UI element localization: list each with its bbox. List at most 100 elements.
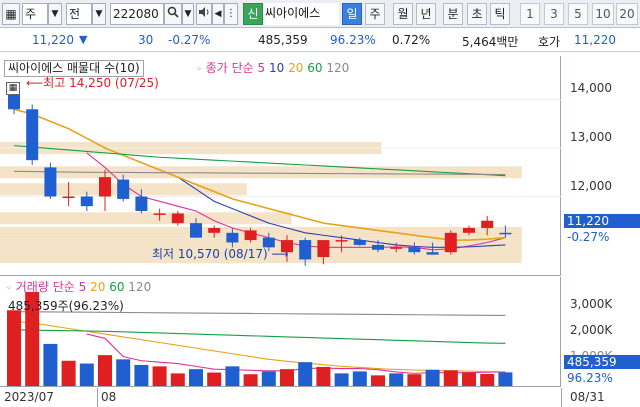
interval-1-button[interactable]: 1: [520, 3, 540, 25]
new-listing-badge: 신: [243, 3, 263, 25]
candle-body: [44, 167, 57, 197]
tab-day[interactable]: 일: [342, 3, 362, 25]
price-tick-14000: 14,000: [570, 81, 612, 95]
candle-body: [190, 223, 202, 238]
range-select[interactable]: 전: [66, 3, 92, 25]
prev-stock-icon[interactable]: ◀: [212, 3, 224, 25]
volume-bar: [98, 355, 112, 386]
turnover-rate: 0.72%: [392, 33, 431, 47]
candle-body: [463, 227, 475, 233]
toolbar: ▦ 주 ▼ 전 ▼ 222080 ▼ ◀ ⋮ 신 씨아이에스 일 주 월 년 분…: [0, 0, 640, 28]
candle-body: [62, 196, 75, 198]
interval-10-button[interactable]: 10: [592, 3, 614, 25]
volume-ma-label: 단순: [52, 280, 75, 294]
more-icon[interactable]: ⋮: [224, 3, 238, 25]
stock-name: 씨아이에스: [263, 3, 339, 25]
volume-value: 485,359: [258, 33, 308, 47]
price-legend-name: 씨아이에스 매물대 수(10): [8, 61, 140, 75]
volume-bar: [207, 372, 222, 386]
tab-year[interactable]: 년: [416, 3, 436, 25]
price-ma-legend[interactable]: ◦ 종가 단순 5 10 20 60 120: [196, 61, 349, 77]
speaker-icon[interactable]: [196, 3, 212, 25]
candle-body: [353, 240, 366, 245]
candle-body: [372, 244, 384, 250]
volume-bar: [189, 369, 203, 386]
volume-bar: [498, 372, 513, 386]
volume-bar: [352, 371, 367, 386]
month-divider: [97, 388, 98, 407]
interval-3-button[interactable]: 3: [544, 3, 564, 25]
settings-dot-icon: ◦: [196, 64, 202, 75]
date-end-label: 08/31: [570, 390, 605, 404]
grid-menu-icon[interactable]: ▦: [2, 3, 20, 25]
ma-120-label: 120: [326, 61, 350, 75]
volume-bar: [116, 359, 131, 386]
current-volume-tag: 485,359: [564, 355, 640, 369]
price-tick-12000: 12,000: [570, 179, 612, 193]
candle-body: [499, 232, 512, 235]
tab-minute[interactable]: 분: [443, 3, 463, 25]
down-arrow-icon: ▼: [79, 33, 88, 46]
candle-body: [26, 109, 39, 161]
chart-type-select[interactable]: 주: [22, 3, 48, 25]
volume-ma-5-line: [86, 333, 506, 374]
candle-body: [117, 179, 130, 199]
tab-second[interactable]: 초: [467, 3, 487, 25]
tab-week[interactable]: 주: [365, 3, 385, 25]
price-axis[interactable]: 14,000 13,000 12,000 11,220 -0.27%: [562, 56, 640, 276]
chart-type-chevron-down-icon[interactable]: ▼: [48, 3, 62, 25]
volume-bar: [480, 373, 495, 386]
ma-20-label: 20: [288, 61, 304, 75]
range-chevron-down-icon[interactable]: ▼: [92, 3, 106, 25]
volume-bar: [316, 366, 331, 386]
volume-bar: [134, 364, 149, 386]
axis-divider: [561, 388, 562, 407]
interval-20-button[interactable]: 20: [616, 3, 638, 25]
current-volume-ratio-tag: 96.23%: [567, 371, 613, 385]
volume-bar: [407, 374, 422, 386]
candle-body: [426, 252, 439, 255]
tab-tick[interactable]: 틱: [490, 3, 510, 25]
current-price-tag: 11,220: [564, 214, 640, 228]
calendar-icon[interactable]: ▦: [6, 82, 20, 95]
candle-body: [444, 232, 457, 253]
candle-body: [153, 213, 166, 215]
volume-chart-panel[interactable]: ◦ 거래량 단순 5 20 60 120 485,359주(96.23%): [0, 277, 561, 387]
date-axis: 2023/07 08 08/31: [0, 388, 640, 407]
candle-body: [481, 220, 494, 228]
vol-ma-5-label: 5: [78, 280, 87, 294]
vol-ma-120-label: 120: [128, 280, 152, 294]
volume-profile-bar: [0, 226, 522, 239]
candle-body: [80, 196, 93, 207]
candle-body: [335, 240, 348, 242]
tab-month[interactable]: 월: [393, 3, 413, 25]
volume-axis[interactable]: 3,000K 2,000K 1,000K 485,359 96.23%: [562, 277, 640, 387]
volume-bar: [7, 310, 21, 386]
code-chevron-down-icon[interactable]: ▼: [182, 3, 194, 25]
volume-legend[interactable]: ◦ 거래량 단순 5 20 60 120: [6, 280, 151, 296]
price-chart-panel[interactable]: 씨아이에스 매물대 수(10) ◦ 종가 단순 5 10 20 60 120 ▦…: [0, 56, 561, 276]
candle-body: [408, 247, 421, 253]
candle-body: [99, 177, 111, 197]
search-icon[interactable]: [164, 3, 182, 25]
volume-bar: [389, 373, 404, 386]
volume-tick-2000k: 2,000K: [570, 323, 613, 337]
price-change-percent: -0.27%: [168, 33, 211, 47]
price-ma-label: 종가 단순: [205, 61, 254, 75]
candle-body: [317, 240, 330, 258]
date-start-label: 2023/07: [4, 390, 54, 404]
price-change: 30: [138, 33, 154, 47]
bid-label: 호가: [538, 35, 561, 49]
date-month-label: 08: [101, 390, 117, 404]
volume-bar: [334, 373, 349, 386]
interval-5-button[interactable]: 5: [568, 3, 588, 25]
ma-5-label: 5: [257, 61, 266, 75]
high-annotation: ⟵최고 14,250 (07/25): [26, 76, 159, 90]
stock-code-input[interactable]: 222080: [110, 3, 164, 25]
candle-body: [244, 230, 257, 241]
volume-bar: [43, 343, 58, 386]
volume-bar: [61, 360, 76, 386]
volume-bar: [425, 369, 440, 386]
quote-bar: 11,220 ▼ 30 -0.27% 485,359 96.23% 0.72% …: [0, 28, 640, 52]
volume-bar: [79, 363, 94, 386]
